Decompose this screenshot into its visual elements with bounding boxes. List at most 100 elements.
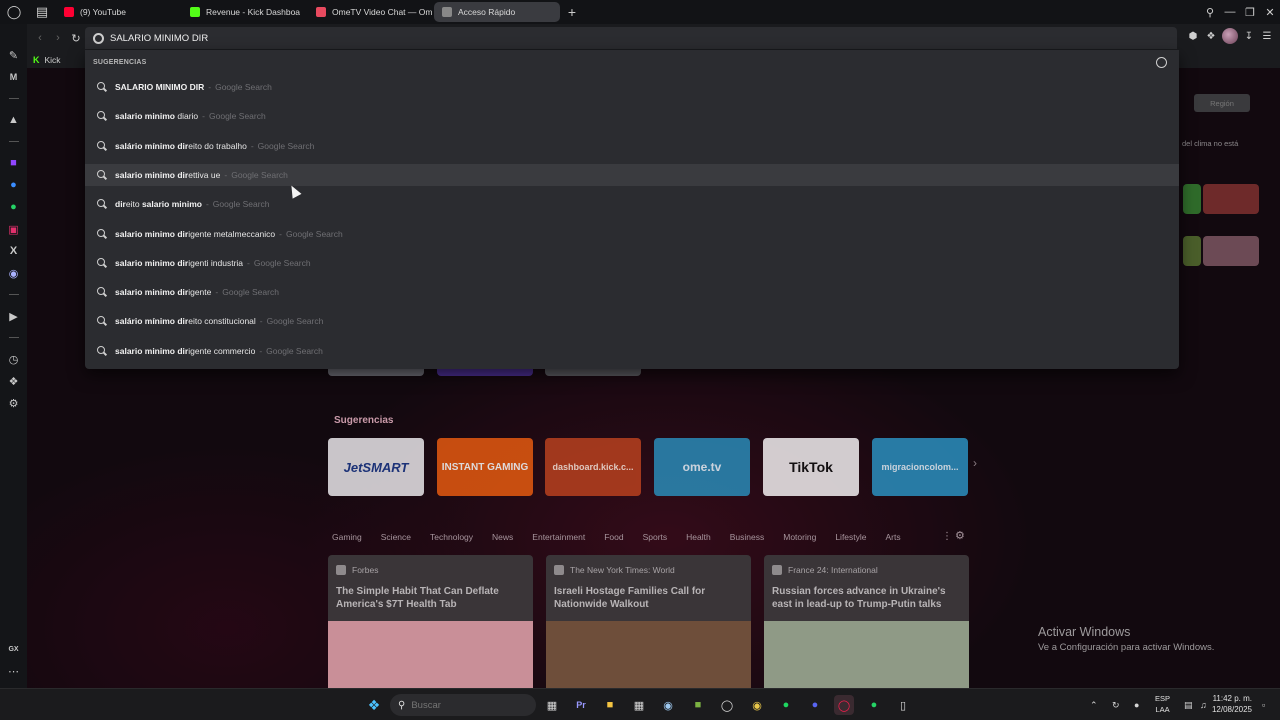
thumb-card[interactable] [1203, 184, 1259, 214]
category-tab[interactable]: Arts [886, 532, 901, 542]
suggestion-item[interactable]: SALARIO MINIMO DIR - Google Search [85, 76, 1179, 98]
chrome-icon[interactable]: ◉ [747, 695, 767, 715]
news-card[interactable]: The New York Times: World Israeli Hostage… [546, 555, 751, 688]
speed-dial-tile[interactable]: ome.tv [654, 438, 750, 496]
reload-button[interactable]: ↻ [67, 32, 85, 45]
speed-dial-tile[interactable]: INSTANT GAMING [437, 438, 533, 496]
spotify-icon[interactable]: ● [776, 695, 796, 715]
calculator-icon[interactable]: ▦ [629, 695, 649, 715]
suggestion-item[interactable]: salario minimo dir igente metalmeccanico -… [85, 223, 1179, 245]
categories-more-icon[interactable]: ⋮ [942, 531, 952, 542]
sidebar-whatsapp-icon[interactable]: ● [0, 196, 27, 218]
extension-icon[interactable]: ⬢ [1186, 31, 1200, 42]
category-tab[interactable]: Entertainment [532, 532, 585, 542]
maximize-icon[interactable]: ❐ [1240, 6, 1260, 19]
volume-icon[interactable]: ♫ [1200, 689, 1207, 720]
speed-dial-tile[interactable]: dashboard.kick.c... [545, 438, 641, 496]
tray-chevron-icon[interactable]: ⌃ [1090, 689, 1098, 720]
forward-button[interactable]: › [49, 32, 67, 44]
suggestions-settings-icon[interactable] [1156, 57, 1167, 68]
language-indicator[interactable]: ESP LAA [1155, 693, 1170, 715]
address-input[interactable] [110, 32, 1010, 44]
sidebar-player-icon[interactable]: ▶ [0, 305, 27, 327]
new-tab-button[interactable]: + [562, 2, 582, 22]
notepad-icon[interactable]: ▯ [893, 695, 913, 715]
suggestion-item[interactable]: salario minimo dir igente - Google Search [85, 281, 1179, 303]
suggestion-item[interactable]: salario minimo diario - Google Search [85, 105, 1179, 127]
menu-icon[interactable]: ☰ [1260, 31, 1274, 42]
thumb-card[interactable] [1183, 184, 1201, 214]
whatsapp-icon[interactable]: ● [864, 695, 884, 715]
minimize-icon[interactable]: — [1220, 6, 1240, 18]
search-tabs-icon[interactable]: ⚲ [1200, 6, 1220, 19]
suggestion-item[interactable]: salario minimo dir igente commercio - Googl… [85, 340, 1179, 362]
tab-0[interactable]: (9) YouTube [56, 2, 180, 22]
address-bar[interactable] [85, 27, 1177, 49]
tab-3[interactable]: Acceso Rápido [434, 2, 560, 22]
sidebar-instagram-icon[interactable]: ▣ [0, 218, 27, 240]
sidebar-extensions-icon[interactable]: ❖ [0, 370, 27, 392]
opera-gx-icon[interactable]: ◯ [834, 695, 854, 715]
sidebar-discord-icon[interactable]: ◉ [0, 262, 27, 284]
taskbar-search[interactable]: ⚲ [390, 694, 536, 716]
tab-2[interactable]: OmeTV Video Chat — Om [308, 2, 432, 22]
sidebar-history-icon[interactable]: ◷ [0, 348, 27, 370]
sidebar-aria-icon[interactable]: ▲ [0, 109, 27, 131]
speed-dial-tile[interactable]: migracioncolom... [872, 438, 968, 496]
category-tab[interactable]: Science [381, 532, 411, 542]
news-card[interactable]: Forbes The Simple Habit That Can Deflate … [328, 555, 533, 688]
thumb-card[interactable] [1183, 236, 1201, 266]
thumb-card[interactable] [1203, 236, 1259, 266]
category-tab[interactable]: Business [730, 532, 765, 542]
back-button[interactable]: ‹ [31, 32, 49, 44]
tray-sync-icon[interactable]: ↻ [1112, 689, 1120, 720]
puzzle-icon[interactable]: ❖ [1204, 31, 1218, 42]
discord-icon[interactable]: ● [805, 695, 825, 715]
category-tab[interactable]: News [492, 532, 513, 542]
workspaces-icon[interactable]: ▤ [28, 0, 56, 24]
speed-dial-tile[interactable]: JetSMART [328, 438, 424, 496]
sidebar-gx-icon[interactable]: GX [0, 638, 27, 660]
sidebar-flow-icon[interactable]: ✎ [0, 44, 27, 66]
sidebar-settings-icon[interactable]: ⚙ [0, 392, 27, 414]
profile-avatar[interactable] [1222, 28, 1238, 44]
steam-icon[interactable]: ◉ [658, 695, 678, 715]
news-settings-icon[interactable]: ⚙ [955, 529, 965, 542]
category-tab[interactable]: Motoring [783, 532, 816, 542]
sidebar-x-icon[interactable]: X [0, 240, 27, 262]
speed-dial-tile[interactable]: TikTok [763, 438, 859, 496]
region-button[interactable]: Región [1194, 94, 1250, 112]
minecraft-icon[interactable]: ■ [688, 695, 708, 715]
suggestion-item[interactable]: salário mínimo dir eito do trabalho - Googl… [85, 135, 1179, 157]
category-tab[interactable]: Lifestyle [835, 532, 866, 542]
category-tab[interactable]: Food [604, 532, 623, 542]
file-explorer-icon[interactable]: ■ [600, 695, 620, 715]
speed-dial-next-icon[interactable]: › [973, 456, 977, 470]
taskbar-search-input[interactable] [411, 699, 522, 711]
task-view-icon[interactable]: ▦ [542, 695, 562, 715]
suggestion-item[interactable]: salario minimo dir igenti industria - Googl… [85, 252, 1179, 274]
notification-icon[interactable]: ▫ [1262, 689, 1265, 720]
category-tab[interactable]: Gaming [332, 532, 362, 542]
download-icon[interactable]: ↧ [1242, 31, 1256, 42]
category-tab[interactable]: Technology [430, 532, 473, 542]
start-button[interactable]: ❖ [364, 695, 384, 715]
clock[interactable]: 11:42 p. m. 12/08/2025 [1212, 693, 1252, 715]
suggestion-item[interactable]: salario minimo dir ettiva ue - Google Searc… [85, 163, 1179, 186]
premiere-icon[interactable]: Pr [571, 695, 591, 715]
news-card[interactable]: France 24: International Russian forces a… [764, 555, 969, 688]
sidebar-twitch-icon[interactable]: ■ [0, 152, 27, 174]
bookmark-kick[interactable]: K Kick [33, 55, 61, 65]
tray-mic-icon[interactable]: ● [1134, 689, 1139, 720]
tab-1[interactable]: Revenue - Kick Dashboa [182, 2, 306, 22]
category-tab[interactable]: Health [686, 532, 711, 542]
suggestion-item[interactable]: salário mínimo dir eito constitucional - Go… [85, 310, 1179, 332]
sidebar-more-icon[interactable]: ⋯ [0, 660, 27, 682]
sidebar-m-icon[interactable]: M [0, 66, 27, 88]
app-icon[interactable]: ◯ [717, 695, 737, 715]
network-icon[interactable]: ▤ [1184, 689, 1193, 720]
sidebar-messenger-icon[interactable]: ● [0, 174, 27, 196]
category-tab[interactable]: Sports [643, 532, 668, 542]
opera-gx-logo-icon[interactable]: ◯ [0, 0, 28, 24]
suggestion-item[interactable]: dir eito salario minimo - Google Search [85, 193, 1179, 215]
